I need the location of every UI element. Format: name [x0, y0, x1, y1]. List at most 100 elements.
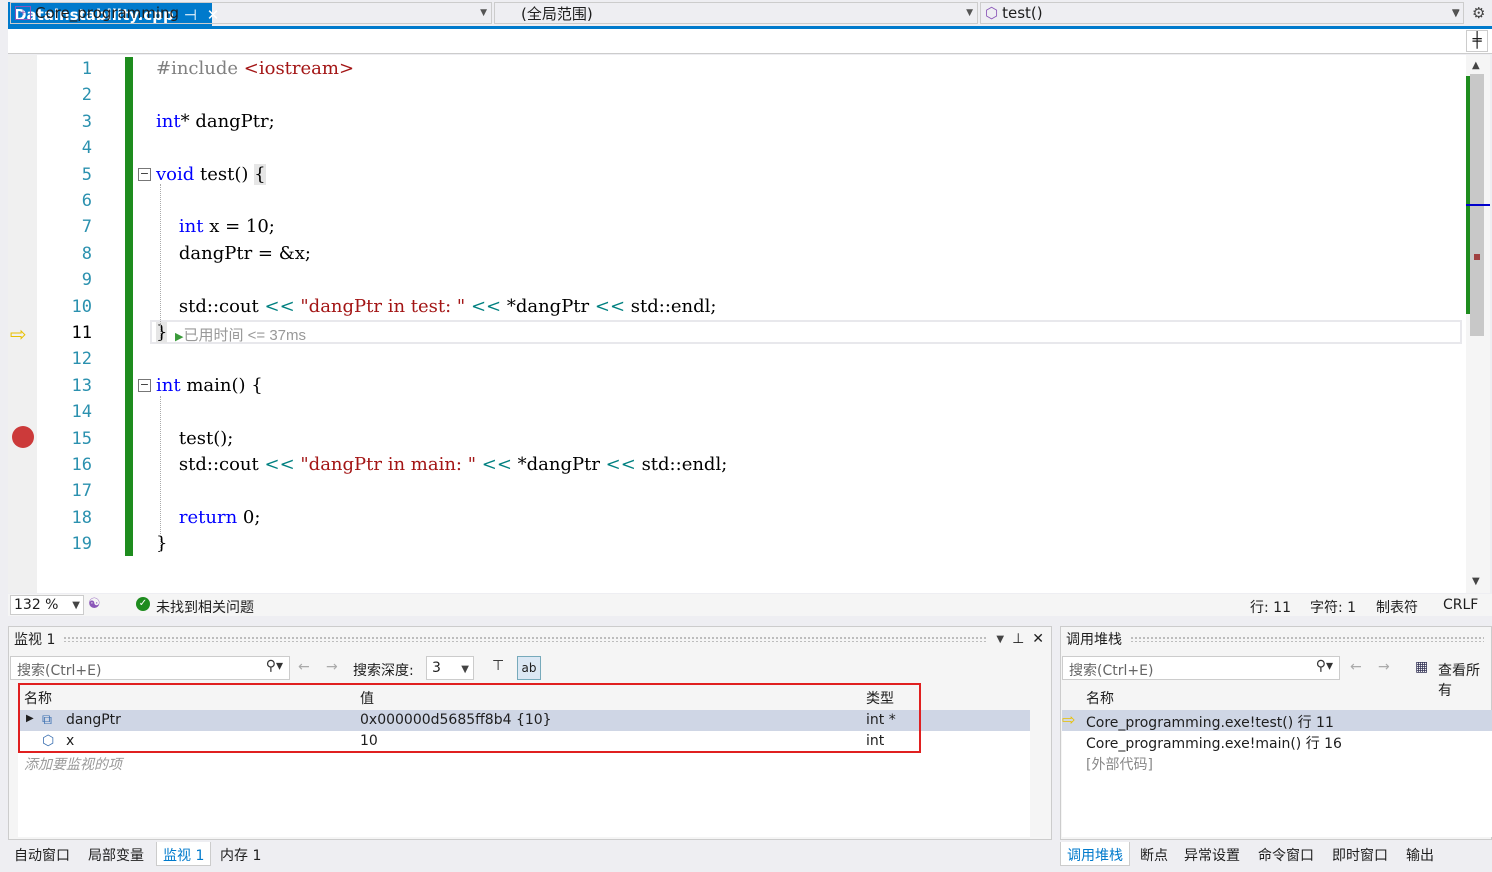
line-number: 8 [81, 243, 92, 264]
project-name: Core_programming [35, 4, 180, 22]
back-arrow-icon[interactable]: ← [1350, 659, 1362, 675]
highlight-box [18, 683, 921, 753]
back-arrow-icon[interactable]: ← [298, 659, 310, 675]
pin-icon[interactable]: ⊥ [1012, 631, 1024, 647]
code-line[interactable]: #include <iostream> [156, 58, 354, 79]
project-icon: + [15, 6, 31, 20]
chevron-down-icon: ▼ [1452, 8, 1459, 18]
code-line[interactable]: void test() { [156, 163, 266, 185]
scope-dropdown[interactable]: (全局范围) ▼ [494, 2, 978, 24]
callstack-search-input[interactable]: 搜索(Ctrl+E) ⚲▾ [1062, 656, 1340, 680]
scrollbar-change-marker [1466, 76, 1470, 314]
tab-memory1[interactable]: 内存 1 [214, 842, 267, 866]
line-number: 17 [71, 481, 92, 502]
char-indicator[interactable]: 字符: 1 [1310, 597, 1356, 617]
scroll-up-icon[interactable]: ▲ [1472, 60, 1480, 71]
scrollbar-caret-marker [1466, 204, 1490, 206]
search-depth-value: 3 [432, 660, 441, 676]
view-all-button[interactable]: 查看所有 [1438, 660, 1492, 700]
line-number: 6 [81, 191, 92, 211]
tab-immediate[interactable]: 即时窗口 [1326, 842, 1394, 866]
split-view-button[interactable]: ╪ [1466, 30, 1488, 52]
tab-callstack[interactable]: 调用堆栈 [1060, 842, 1130, 866]
code-line[interactable]: int x = 10; [156, 216, 275, 237]
watch-search-input[interactable]: 搜索(Ctrl+E) ⚲▾ [10, 656, 290, 680]
indent-guide [160, 396, 161, 552]
perf-tip-text: 已用时间 <= 37ms [183, 327, 307, 344]
watch-empty-area [18, 773, 1030, 837]
frame-label: Core_programming.exe!main() 行 16 [1086, 736, 1342, 752]
code-line[interactable]: int main() { [156, 375, 263, 396]
search-icon[interactable]: ⚲▾ [266, 658, 283, 674]
code-line[interactable]: std::cout << "dangPtr in test: " << *dan… [156, 296, 717, 317]
list-item[interactable]: Core_programming.exe!main() 行 16 [1062, 731, 1492, 752]
chevron-down-icon: ▼ [480, 8, 487, 18]
tab-watch1[interactable]: 监视 1 [156, 842, 212, 866]
line-number: 4 [81, 138, 92, 159]
scrollbar-breakpoint-marker [1474, 254, 1480, 260]
zoom-dropdown[interactable]: 132 % ▼ [10, 595, 84, 615]
line-indicator[interactable]: 行: 11 [1250, 597, 1291, 617]
watch-panel-header: 监视 1 ▼ ⊥ ✕ [8, 628, 1052, 650]
search-depth-dropdown[interactable]: 3 ▼ [426, 656, 474, 680]
zoom-level: 132 % [14, 597, 59, 613]
tabs-indicator[interactable]: 制表符 [1376, 597, 1418, 617]
settings-gear-icon[interactable]: ⚙ [1472, 4, 1485, 22]
current-statement-arrow-icon: ⇨ [10, 322, 27, 346]
tab-output[interactable]: 输出 [1400, 842, 1440, 866]
editor-status-bar: 132 % ▼ ☯ ✓ 未找到相关问题 行: 11 字符: 1 制表符 CRLF [8, 594, 1492, 616]
search-placeholder: 搜索(Ctrl+E) [1069, 663, 1154, 679]
tab-autos[interactable]: 自动窗口 [8, 842, 76, 866]
tab-locals[interactable]: 局部变量 [82, 842, 150, 866]
line-number: 16 [71, 455, 92, 475]
view-all-icon: ▦ [1415, 659, 1429, 675]
issues-status[interactable]: 未找到相关问题 [156, 597, 254, 617]
code-line[interactable]: } [156, 533, 167, 554]
fold-toggle-main[interactable]: − [138, 379, 151, 392]
pin-to-source-icon[interactable]: ⊤ [492, 658, 504, 674]
fold-toggle-test[interactable]: − [138, 168, 151, 181]
project-dropdown[interactable]: + Core_programming ▼ [10, 2, 492, 24]
breakpoint-icon[interactable] [12, 426, 34, 448]
intellicode-icon[interactable]: ☯ [88, 596, 101, 612]
callstack-title: 调用堆栈 [1066, 632, 1122, 648]
search-icon[interactable]: ⚲▾ [1316, 658, 1333, 674]
hex-display-icon[interactable]: ab [517, 656, 541, 680]
callstack-col-name[interactable]: 名称 [1086, 688, 1114, 708]
add-watch-row[interactable]: 添加要监视的项 [18, 752, 1030, 773]
forward-arrow-icon[interactable]: → [1378, 659, 1390, 675]
code-line[interactable]: } [156, 322, 168, 343]
line-number: 14 [71, 402, 92, 423]
tab-breakpoints[interactable]: 断点 [1134, 842, 1174, 866]
frame-label: [外部代码] [1086, 757, 1153, 773]
code-line[interactable]: return 0; [156, 507, 261, 528]
indent-guide [160, 184, 161, 340]
code-line[interactable]: test(); [156, 428, 233, 449]
close-icon[interactable]: ✕ [1032, 631, 1044, 647]
tab-exceptions[interactable]: 异常设置 [1178, 842, 1246, 866]
function-name: test() [1002, 4, 1043, 22]
line-number: 1 [81, 59, 92, 79]
scope-label: (全局范围) [521, 4, 593, 23]
line-number: 12 [71, 349, 92, 370]
watch-title: 监视 1 [14, 632, 56, 648]
eol-indicator[interactable]: CRLF [1443, 597, 1478, 613]
tab-command[interactable]: 命令窗口 [1252, 842, 1320, 866]
line-number: 11 [71, 323, 92, 343]
code-line[interactable]: std::cout << "dangPtr in main: " << *dan… [156, 454, 727, 475]
change-tracking-bar [125, 57, 133, 556]
panel-menu-icon[interactable]: ▼ [996, 634, 1004, 645]
add-watch-placeholder: 添加要监视的项 [24, 757, 122, 773]
list-item[interactable]: ⇨ Core_programming.exe!test() 行 11 [1062, 710, 1492, 731]
line-number: 7 [81, 217, 92, 238]
code-line[interactable]: int* dangPtr; [156, 111, 275, 132]
forward-arrow-icon[interactable]: → [326, 659, 338, 675]
scroll-down-icon[interactable]: ▼ [1472, 576, 1480, 587]
function-dropdown[interactable]: ⬡ test() ▼ [980, 2, 1464, 24]
list-item[interactable]: [外部代码] [1062, 752, 1492, 837]
perf-tip[interactable]: ▶已用时间 <= 37ms [175, 324, 306, 345]
line-number: 13 [71, 375, 92, 396]
current-line-highlight [150, 320, 1462, 344]
line-number: 18 [71, 507, 92, 528]
code-line[interactable]: dangPtr = &x; [156, 243, 311, 264]
